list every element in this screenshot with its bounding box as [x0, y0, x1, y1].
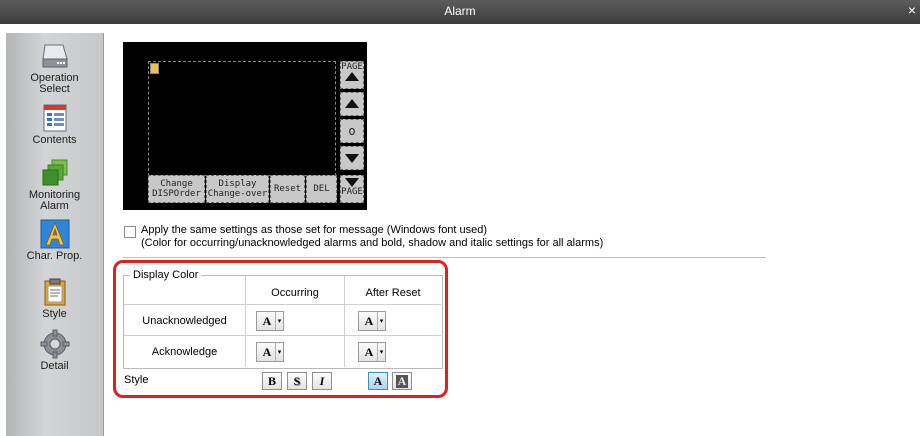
sidebar-label-detail: Detail [40, 360, 69, 372]
window-title: Alarm [444, 4, 476, 18]
sidebar-label-select: Select [39, 83, 70, 95]
sidebar-item-detail[interactable]: Detail [6, 329, 103, 372]
sidebar-label-style: Style [42, 308, 67, 320]
down-arrow-icon [345, 154, 359, 163]
center-button[interactable]: o [340, 119, 364, 143]
scroll-down-button[interactable] [340, 146, 364, 170]
sidebar: Operation Select Contents Monitoring Ala… [6, 33, 104, 436]
display-line2: Change-over [207, 189, 268, 199]
sidebar-label-contents: Contents [32, 134, 77, 146]
page-up-label: PAGE [341, 62, 363, 72]
sidebar-item-char-prop[interactable]: Char. Prop. [6, 219, 103, 262]
alarm-message-area [148, 61, 336, 176]
change-order-line2: DISPOrder [152, 189, 201, 199]
char-prop-icon [40, 219, 69, 249]
apply-same-settings-text: Apply the same settings as those set for… [141, 224, 603, 250]
scroll-up-button[interactable] [340, 92, 364, 116]
apply-same-settings-checkbox[interactable] [124, 226, 136, 238]
highlight-box [113, 260, 448, 398]
gear-icon [40, 329, 69, 359]
up-arrow-icon [345, 99, 359, 108]
sidebar-label-alarm: Alarm [40, 200, 69, 212]
monitoring-icon [42, 159, 67, 186]
title-bar: Alarm × [0, 0, 920, 24]
divider [123, 257, 766, 258]
apply-line2: (Color for occurring/unacknowledged alar… [141, 237, 604, 249]
sidebar-item-style[interactable]: Style [6, 277, 103, 320]
del-button[interactable]: DEL [306, 175, 337, 203]
display-change-over-button[interactable]: Display Change-over [206, 175, 269, 203]
sidebar-label-char-prop: Char. Prop. [26, 250, 83, 262]
page-down-arrow-icon [345, 178, 359, 187]
close-icon[interactable]: × [908, 2, 916, 18]
style-clipboard-icon [44, 278, 65, 306]
change-disp-order-button[interactable]: Change DISPOrder [148, 175, 205, 203]
drive-icon [42, 44, 67, 68]
alarm-item-marker-icon [150, 63, 159, 74]
apply-line1: Apply the same settings as those set for… [141, 224, 488, 236]
page-up-button[interactable]: PAGE [340, 61, 364, 89]
reset-label: Reset [273, 184, 302, 194]
sidebar-item-monitoring-alarm[interactable]: Monitoring Alarm [6, 158, 103, 212]
page-down-label: PAGE [341, 187, 363, 197]
sidebar-item-operation-select[interactable]: Operation Select [6, 41, 103, 95]
change-order-line1: Change [160, 179, 193, 189]
sidebar-item-contents[interactable]: Contents [6, 103, 103, 146]
center-label: o [348, 124, 356, 138]
page-up-arrow-icon [345, 72, 359, 81]
alarm-preview: PAGE o PAGE Change DISPOrder Display Cha… [123, 42, 367, 210]
display-line1: Display [218, 179, 257, 189]
reset-button[interactable]: Reset [270, 175, 305, 203]
del-label: DEL [313, 184, 330, 194]
page-down-button[interactable]: PAGE [340, 175, 364, 203]
contents-list-icon [43, 104, 66, 132]
